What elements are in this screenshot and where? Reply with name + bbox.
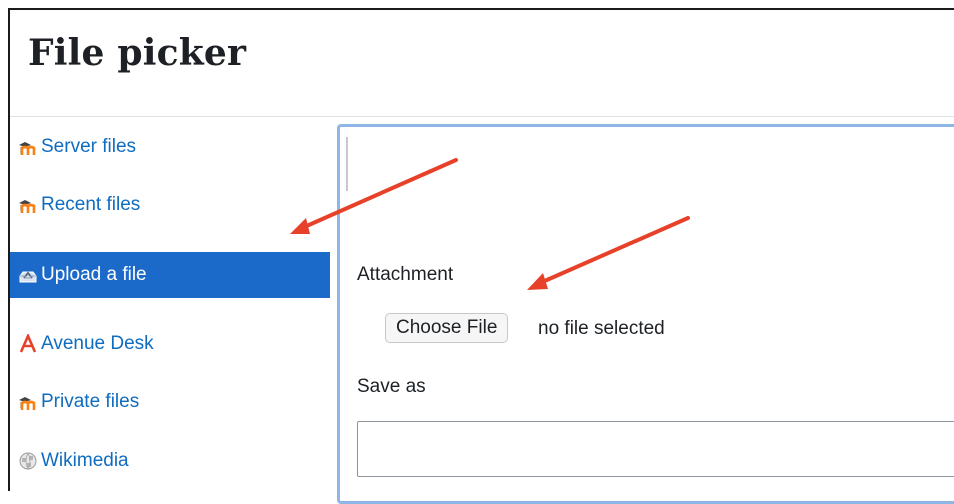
wikimedia-globe-icon [17, 450, 39, 472]
moodle-icon [17, 391, 39, 413]
dialog-title: File picker [28, 32, 247, 74]
sidebar-item-wikimedia[interactable]: Wikimedia [10, 438, 330, 484]
sidebar-item-server-files[interactable]: Server files [10, 124, 330, 170]
sidebar-item-label: Recent files [41, 194, 141, 215]
sidebar-item-avenue-desk[interactable]: Avenue Desk [10, 321, 330, 367]
sidebar-item-private-files[interactable]: Private files [10, 379, 330, 425]
file-picker-dialog: File picker Server files Recent files Up… [8, 8, 954, 504]
sidebar-item-label: Wikimedia [41, 450, 129, 471]
choose-file-button[interactable]: Choose File [385, 313, 509, 343]
sidebar-item-label: Server files [41, 136, 137, 157]
sidebar-item-label: Upload a file [41, 264, 147, 285]
upload-form-panel: Attachment Choose File no file selected … [337, 124, 954, 504]
header-divider [10, 116, 954, 117]
repository-sidebar: Server files Recent files Upload a file … [10, 124, 330, 493]
moodle-icon [17, 136, 39, 158]
sidebar-item-label: Avenue Desk [41, 333, 154, 354]
panel-divider [346, 137, 348, 191]
save-as-input[interactable] [357, 421, 954, 477]
sidebar-item-label: Private files [41, 391, 140, 412]
sidebar-item-recent-files[interactable]: Recent files [10, 182, 330, 228]
moodle-icon [17, 194, 39, 216]
attachment-label: Attachment [357, 264, 454, 285]
avenue-icon [17, 333, 39, 355]
save-as-label: Save as [357, 376, 426, 397]
file-status-text: no file selected [538, 318, 665, 339]
sidebar-item-upload-a-file[interactable]: Upload a file [10, 252, 330, 298]
upload-icon [17, 264, 39, 286]
